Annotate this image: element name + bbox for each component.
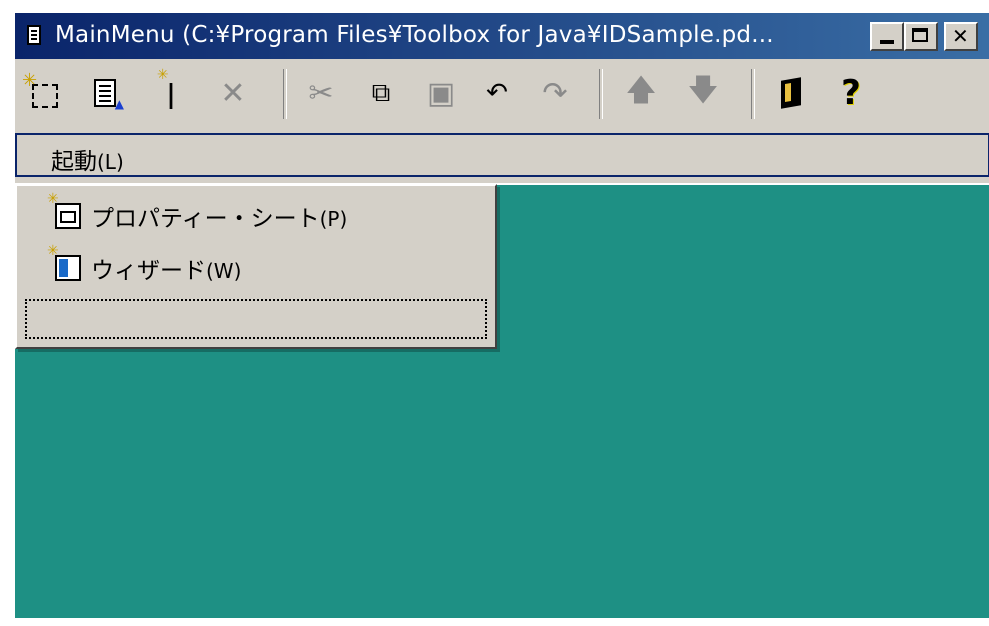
menu-launch[interactable]: 起動(L) bbox=[51, 142, 124, 176]
redo-button[interactable]: ↷ bbox=[535, 73, 575, 113]
copy-icon: ⧉ bbox=[371, 77, 391, 108]
title-bar[interactable]: MainMenu (C:¥Program Files¥Toolbox for J… bbox=[15, 13, 989, 59]
menu-item-wizard-label: ウィザード bbox=[91, 258, 206, 284]
undo-icon: ↶ bbox=[486, 78, 508, 108]
paste-icon: ▣ bbox=[426, 75, 456, 111]
document-properties-icon bbox=[94, 79, 124, 111]
minimize-button[interactable] bbox=[870, 22, 904, 51]
toolbar: ǀ ✕ ✂ ⧉ ▣ ↶ ↷ 🡅 🡇 ? bbox=[15, 63, 989, 125]
toolbar-separator bbox=[599, 69, 603, 119]
menu-item-property-sheet[interactable]: プロパティー・シート(P) bbox=[47, 191, 348, 238]
arrow-down-icon: 🡇 bbox=[687, 72, 719, 108]
delete-button[interactable]: ✕ bbox=[213, 73, 253, 113]
exit-button[interactable] bbox=[771, 73, 811, 113]
menu-item-wizard[interactable]: ウィザード(W) bbox=[47, 243, 242, 290]
new-icon bbox=[22, 70, 58, 108]
arrow-up-icon: 🡅 bbox=[625, 72, 657, 108]
menu-launch-label: 起動 bbox=[51, 149, 97, 175]
menu-bar: 起動(L) bbox=[15, 133, 989, 177]
move-up-button[interactable]: 🡅 bbox=[621, 73, 661, 113]
property-sheet-icon bbox=[47, 191, 81, 229]
paste-button[interactable]: ▣ bbox=[421, 73, 461, 113]
door-icon bbox=[781, 77, 801, 109]
properties-button[interactable] bbox=[85, 73, 125, 113]
menu-item-property-sheet-label: プロパティー・シート bbox=[91, 206, 320, 232]
new-button[interactable] bbox=[22, 70, 65, 113]
menu-item-property-sheet-mnemonic: (P) bbox=[319, 207, 348, 231]
help-button[interactable]: ? bbox=[831, 73, 871, 113]
magic-wand-icon: ǀ bbox=[157, 67, 176, 110]
wizard-icon bbox=[47, 243, 81, 281]
scissors-icon: ✂ bbox=[308, 75, 334, 111]
toolbar-separator bbox=[751, 69, 755, 119]
undo-button[interactable]: ↶ bbox=[477, 73, 517, 113]
cut-button[interactable]: ✂ bbox=[301, 73, 341, 113]
document-icon[interactable] bbox=[27, 25, 41, 45]
wizard-button[interactable]: ǀ bbox=[151, 67, 191, 113]
menu-launch-mnemonic: (L) bbox=[97, 150, 124, 174]
menu-item-wizard-mnemonic: (W) bbox=[206, 259, 242, 283]
window-title: MainMenu (C:¥Program Files¥Toolbox for J… bbox=[55, 22, 774, 48]
empty-menu-item[interactable] bbox=[25, 299, 487, 339]
maximize-button[interactable] bbox=[904, 22, 938, 51]
launch-dropdown-menu: プロパティー・シート(P) ウィザード(W) bbox=[15, 184, 497, 349]
redo-icon: ↷ bbox=[542, 75, 568, 111]
toolbar-separator bbox=[283, 69, 287, 119]
main-menu-window: MainMenu (C:¥Program Files¥Toolbox for J… bbox=[14, 12, 989, 618]
copy-button[interactable]: ⧉ bbox=[361, 73, 401, 113]
close-button[interactable] bbox=[944, 22, 978, 51]
close-x-icon: ✕ bbox=[220, 75, 246, 111]
help-icon: ? bbox=[841, 73, 861, 113]
move-down-button[interactable]: 🡇 bbox=[683, 73, 723, 113]
